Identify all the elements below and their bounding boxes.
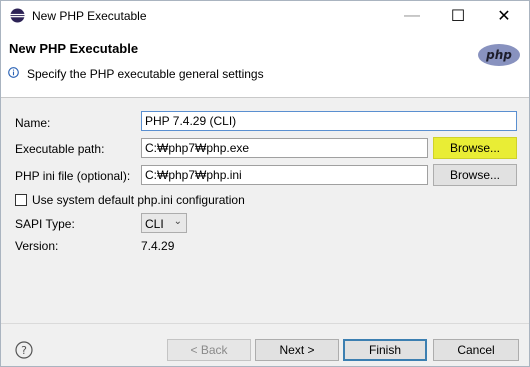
use-default-ini-checkbox[interactable] (15, 194, 27, 206)
info-icon (8, 67, 19, 78)
version-label: Version: (15, 239, 59, 253)
svg-text:?: ? (21, 344, 27, 357)
executable-browse-button[interactable]: Browse... (433, 137, 517, 159)
sapi-type-value: CLI (145, 217, 164, 231)
page-title: New PHP Executable (9, 41, 139, 56)
help-icon[interactable]: ? (15, 341, 33, 359)
page-description: Specify the PHP executable general setti… (27, 67, 264, 81)
footer-divider (1, 323, 529, 324)
next-button[interactable]: Next > (255, 339, 339, 361)
use-default-ini-label[interactable]: Use system default php.ini configuration (32, 193, 245, 207)
sapi-type-select[interactable]: CLI ⌄ (141, 213, 187, 233)
name-label: Name: (15, 116, 51, 130)
ini-file-label: PHP ini file (optional): (15, 169, 131, 183)
header-banner: New PHP Executable Specify the PHP execu… (1, 31, 529, 98)
eclipse-app-icon (10, 8, 25, 23)
ini-browse-button[interactable]: Browse... (433, 164, 517, 186)
chevron-down-icon: ⌄ (173, 216, 182, 227)
name-input[interactable]: PHP 7.4.29 (CLI) (141, 111, 517, 131)
dialog-window: New PHP Executable — ☐ ✕ New PHP Executa… (0, 0, 530, 367)
ini-file-input[interactable]: C:₩php7₩php.ini (141, 165, 428, 185)
executable-path-label: Executable path: (15, 142, 105, 156)
close-button[interactable]: ✕ (481, 1, 527, 31)
php-logo-text: php (485, 48, 512, 62)
back-button[interactable]: < Back (167, 339, 251, 361)
php-logo: php (478, 44, 520, 66)
minimize-button[interactable]: — (389, 1, 435, 31)
window-title: New PHP Executable (32, 9, 147, 23)
cancel-button[interactable]: Cancel (433, 339, 519, 361)
version-value: 7.4.29 (141, 239, 175, 253)
sapi-type-label: SAPI Type: (15, 217, 75, 231)
maximize-button[interactable]: ☐ (435, 1, 481, 31)
title-bar: New PHP Executable — ☐ ✕ (1, 1, 529, 31)
executable-path-input[interactable]: C:₩php7₩php.exe (141, 138, 428, 158)
finish-button[interactable]: Finish (343, 339, 427, 361)
